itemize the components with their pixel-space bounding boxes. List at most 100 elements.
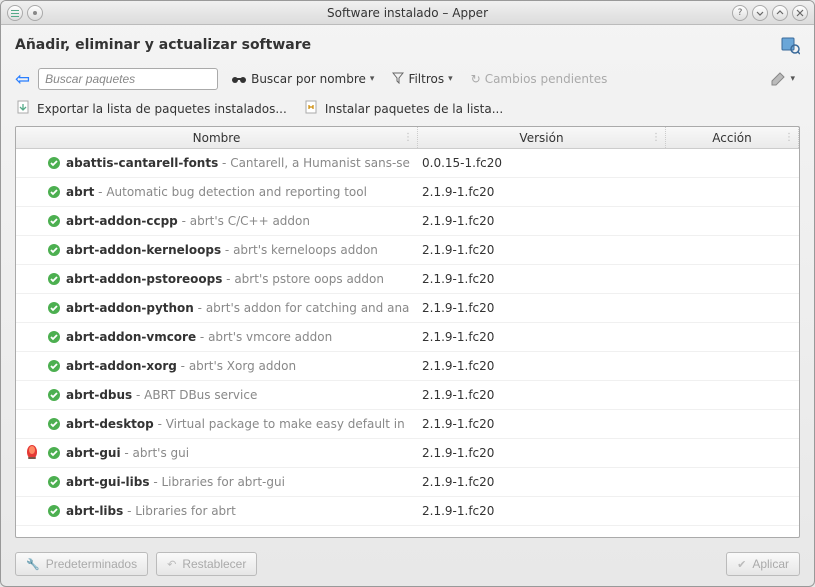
export-label: Exportar la lista de paquetes instalados…: [37, 102, 287, 116]
table-row[interactable]: abrt-gui-libs - Libraries for abrt-gui2.…: [16, 468, 799, 497]
package-version-cell: 2.1.9-1.fc20: [418, 243, 666, 257]
undo-icon: ↶: [167, 558, 176, 571]
installed-check-icon[interactable]: [42, 301, 66, 315]
apply-button[interactable]: ✔ Aplicar: [726, 552, 800, 576]
settings-icon[interactable]: [780, 35, 800, 55]
table-row[interactable]: abrt-addon-xorg - abrt's Xorg addon2.1.9…: [16, 352, 799, 381]
package-name-cell: abattis-cantarell-fonts - Cantarell, a H…: [66, 156, 418, 170]
installed-check-icon[interactable]: [42, 504, 66, 518]
footer: 🔧 Predeterminados ↶ Restablecer ✔ Aplica…: [1, 546, 814, 586]
installed-check-icon[interactable]: [42, 417, 66, 431]
installed-check-icon[interactable]: [42, 272, 66, 286]
installed-check-icon[interactable]: [42, 446, 66, 460]
export-list-button[interactable]: Exportar la lista de paquetes instalados…: [15, 99, 287, 118]
pending-changes-button[interactable]: ↻ Cambios pendientes: [466, 67, 613, 91]
filters-label: Filtros: [408, 72, 444, 86]
table-row[interactable]: abrt - Automatic bug detection and repor…: [16, 178, 799, 207]
minimize-icon[interactable]: [752, 5, 768, 21]
chevron-down-icon: ▾: [448, 74, 453, 84]
package-name-cell: abrt-addon-xorg - abrt's Xorg addon: [66, 359, 418, 373]
app-window: Software instalado – Apper ? Añadir, eli…: [0, 0, 815, 587]
install-label: Instalar paquetes de la lista...: [325, 102, 503, 116]
header: Añadir, eliminar y actualizar software: [1, 25, 814, 63]
column-header-name[interactable]: Nombre⋮: [16, 127, 418, 148]
toolbar: ⇦ Buscar por nombre ▾ Filtros ▾ ↻ Cambio…: [1, 63, 814, 97]
install-icon: [303, 99, 319, 118]
package-version-cell: 2.1.9-1.fc20: [418, 504, 666, 518]
sub-toolbar: Exportar la lista de paquetes instalados…: [1, 97, 814, 126]
maximize-icon[interactable]: [772, 5, 788, 21]
alert-cell: [22, 444, 42, 463]
table-row[interactable]: abrt-libs - Libraries for abrt2.1.9-1.fc…: [16, 497, 799, 526]
chevron-down-icon: ▾: [790, 74, 795, 84]
filter-icon: [392, 72, 404, 87]
search-by-label: Buscar por nombre: [251, 72, 366, 86]
installed-check-icon[interactable]: [42, 475, 66, 489]
installed-check-icon[interactable]: [42, 243, 66, 257]
column-header-action[interactable]: Acción⋮: [666, 127, 799, 148]
package-version-cell: 2.1.9-1.fc20: [418, 475, 666, 489]
table-row[interactable]: abrt-addon-ccpp - abrt's C/C++ addon2.1.…: [16, 207, 799, 236]
filters-dropdown[interactable]: Filtros ▾: [387, 67, 457, 91]
package-version-cell: 2.1.9-1.fc20: [418, 214, 666, 228]
reset-button[interactable]: ↶ Restablecer: [156, 552, 257, 576]
table-row[interactable]: abrt-addon-kerneloops - abrt's kerneloop…: [16, 236, 799, 265]
column-header-version[interactable]: Versión⋮: [418, 127, 666, 148]
package-name-cell: abrt-addon-python - abrt's addon for cat…: [66, 301, 418, 315]
package-name-cell: abrt - Automatic bug detection and repor…: [66, 185, 418, 199]
package-name-cell: abrt-dbus - ABRT DBus service: [66, 388, 418, 402]
table-row[interactable]: abrt-addon-pstoreoops - abrt's pstore oo…: [16, 265, 799, 294]
table-row[interactable]: abattis-cantarell-fonts - Cantarell, a H…: [16, 149, 799, 178]
list-body[interactable]: abattis-cantarell-fonts - Cantarell, a H…: [16, 149, 799, 537]
reset-label: Restablecer: [182, 557, 246, 571]
help-icon[interactable]: ?: [732, 5, 748, 21]
table-row[interactable]: abrt-dbus - ABRT DBus service2.1.9-1.fc2…: [16, 381, 799, 410]
page-title: Añadir, eliminar y actualizar software: [15, 37, 311, 53]
titlebar: Software instalado – Apper ?: [1, 1, 814, 25]
tools-button[interactable]: ▾: [765, 67, 800, 91]
package-version-cell: 2.1.9-1.fc20: [418, 185, 666, 199]
wrench-icon: 🔧: [26, 558, 40, 571]
defaults-label: Predeterminados: [46, 557, 137, 571]
package-name-cell: abrt-libs - Libraries for abrt: [66, 504, 418, 518]
package-name-cell: abrt-desktop - Virtual package to make e…: [66, 417, 418, 431]
package-name-cell: abrt-addon-ccpp - abrt's C/C++ addon: [66, 214, 418, 228]
package-name-cell: abrt-gui - abrt's gui: [66, 446, 418, 460]
installed-check-icon[interactable]: [42, 330, 66, 344]
package-version-cell: 2.1.9-1.fc20: [418, 388, 666, 402]
package-version-cell: 2.1.9-1.fc20: [418, 301, 666, 315]
package-list: Nombre⋮ Versión⋮ Acción⋮ abattis-cantare…: [15, 126, 800, 538]
package-version-cell: 2.1.9-1.fc20: [418, 446, 666, 460]
installed-check-icon[interactable]: [42, 359, 66, 373]
package-name-cell: abrt-addon-vmcore - abrt's vmcore addon: [66, 330, 418, 344]
binoculars-icon: [231, 72, 247, 87]
export-icon: [15, 99, 31, 118]
alert-icon: [24, 444, 40, 463]
defaults-button[interactable]: 🔧 Predeterminados: [15, 552, 148, 576]
table-row[interactable]: abrt-desktop - Virtual package to make e…: [16, 410, 799, 439]
package-version-cell: 2.1.9-1.fc20: [418, 359, 666, 373]
pin-icon[interactable]: [27, 5, 43, 21]
installed-check-icon[interactable]: [42, 214, 66, 228]
install-list-button[interactable]: Instalar paquetes de la lista...: [303, 99, 503, 118]
installed-check-icon[interactable]: [42, 185, 66, 199]
table-row[interactable]: abrt-gui - abrt's gui2.1.9-1.fc20: [16, 439, 799, 468]
close-icon[interactable]: [792, 5, 808, 21]
installed-check-icon[interactable]: [42, 388, 66, 402]
list-header: Nombre⋮ Versión⋮ Acción⋮: [16, 127, 799, 149]
table-row[interactable]: abrt-addon-python - abrt's addon for cat…: [16, 294, 799, 323]
package-version-cell: 2.1.9-1.fc20: [418, 330, 666, 344]
check-icon: ✔: [737, 558, 746, 571]
refresh-icon: ↻: [471, 72, 481, 86]
package-name-cell: abrt-addon-kerneloops - abrt's kerneloop…: [66, 243, 418, 257]
package-name-cell: abrt-gui-libs - Libraries for abrt-gui: [66, 475, 418, 489]
window-menu-icon[interactable]: [7, 5, 23, 21]
installed-check-icon[interactable]: [42, 156, 66, 170]
package-version-cell: 2.1.9-1.fc20: [418, 272, 666, 286]
search-input[interactable]: [38, 68, 218, 90]
search-by-dropdown[interactable]: Buscar por nombre ▾: [226, 67, 379, 91]
back-button[interactable]: ⇦: [15, 69, 30, 90]
table-row[interactable]: abrt-addon-vmcore - abrt's vmcore addon2…: [16, 323, 799, 352]
package-name-cell: abrt-addon-pstoreoops - abrt's pstore oo…: [66, 272, 418, 286]
package-version-cell: 0.0.15-1.fc20: [418, 156, 666, 170]
